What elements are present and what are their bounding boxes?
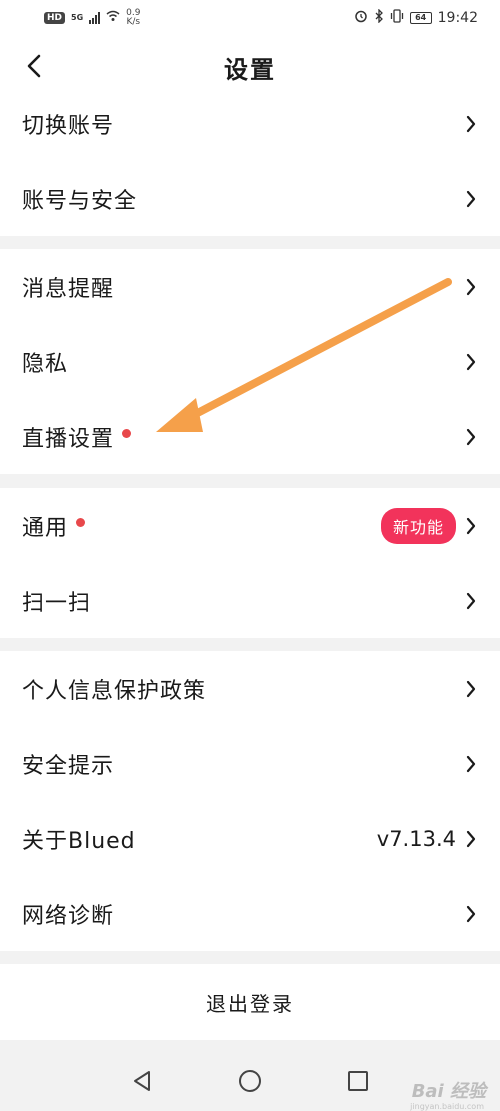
hd-indicator: HD [44, 12, 66, 24]
chevron-right-icon [464, 427, 478, 447]
settings-group-about: 个人信息保护政策 安全提示 关于Blued v7.13.4 网络诊断 [0, 651, 500, 951]
watermark-text: Bai 经验 [411, 1081, 486, 1102]
settings-item-label: 账号与安全 [22, 188, 138, 214]
settings-group-general: 通用 新功能 扫一扫 [0, 488, 500, 638]
nav-home-button[interactable] [235, 1066, 265, 1096]
settings-item-label: 切换账号 [22, 113, 115, 139]
status-left: HD 5G 0.9 K/s [44, 9, 140, 27]
chevron-right-icon [464, 189, 478, 209]
settings-item-safety-tips[interactable]: 安全提示 [0, 726, 500, 801]
vibrate-icon [390, 9, 404, 27]
network-speed: 0.9 K/s [126, 9, 140, 27]
triangle-back-icon [134, 1070, 150, 1091]
settings-item-general[interactable]: 通用 新功能 [0, 488, 500, 563]
settings-item-label: 通用 [22, 515, 69, 541]
settings-item-label: 扫一扫 [22, 590, 92, 616]
alarm-icon [354, 9, 368, 27]
speed-unit: K/s [126, 17, 141, 27]
new-dot-indicator [76, 518, 86, 527]
nav-back-button[interactable] [127, 1066, 157, 1096]
settings-item-privacy-policy[interactable]: 个人信息保护政策 [0, 651, 500, 726]
nav-recent-button[interactable] [343, 1066, 373, 1096]
new-feature-badge: 新功能 [380, 507, 456, 544]
settings-item-label: 关于Blued [22, 828, 136, 854]
settings-item-message-reminder[interactable]: 消息提醒 [0, 249, 500, 324]
new-dot-indicator [122, 429, 132, 438]
settings-group-notify: 消息提醒 隐私 直播设置 [0, 249, 500, 474]
status-bar: HD 5G 0.9 K/s 64 19:42 [0, 0, 500, 36]
wifi-icon [106, 10, 120, 26]
settings-item-account-security[interactable]: 账号与安全 [0, 161, 500, 236]
settings-item-label: 消息提醒 [22, 276, 115, 302]
status-right: 64 19:42 [354, 8, 478, 27]
chevron-right-icon [464, 277, 478, 297]
clock: 19:42 [437, 10, 478, 26]
settings-item-label: 直播设置 [22, 426, 115, 452]
settings-item-label: 网络诊断 [22, 903, 115, 929]
network-type: 5G [71, 13, 84, 22]
chevron-right-icon [464, 904, 478, 924]
settings-item-scan[interactable]: 扫一扫 [0, 563, 500, 638]
app-version: v7.13.4 [376, 826, 456, 851]
page-title: 设置 [224, 55, 276, 84]
logout-button[interactable]: 退出登录 [0, 964, 500, 1040]
baidu-watermark-logo: Bai 经验 [412, 1077, 486, 1103]
watermark-url: jingyan.baidu.com [410, 1102, 484, 1111]
settings-group-account: 切换账号 账号与安全 [0, 86, 500, 236]
square-recent-icon [348, 1070, 368, 1091]
settings-item-about[interactable]: 关于Blued v7.13.4 [0, 801, 500, 876]
bluetooth-icon [374, 8, 384, 27]
circle-home-icon [239, 1069, 261, 1092]
chevron-right-icon [464, 516, 478, 536]
back-button[interactable] [18, 50, 50, 82]
chevron-right-icon [464, 591, 478, 611]
chevron-right-icon [464, 114, 478, 134]
settings-item-live-settings[interactable]: 直播设置 [0, 399, 500, 474]
settings-item-privacy[interactable]: 隐私 [0, 324, 500, 399]
chevron-right-icon [464, 829, 478, 849]
chevron-right-icon [464, 352, 478, 372]
chevron-left-icon [27, 54, 41, 78]
battery-icon: 64 [409, 12, 432, 24]
settings-item-switch-account[interactable]: 切换账号 [0, 86, 500, 161]
chevron-right-icon [464, 679, 478, 699]
settings-item-label: 隐私 [22, 351, 69, 377]
settings-item-network-diagnosis[interactable]: 网络诊断 [0, 876, 500, 951]
settings-item-label: 个人信息保护政策 [22, 678, 207, 704]
chevron-right-icon [464, 754, 478, 774]
settings-item-label: 安全提示 [22, 753, 115, 779]
logout-label: 退出登录 [206, 991, 294, 1016]
signal-icon [89, 12, 101, 24]
